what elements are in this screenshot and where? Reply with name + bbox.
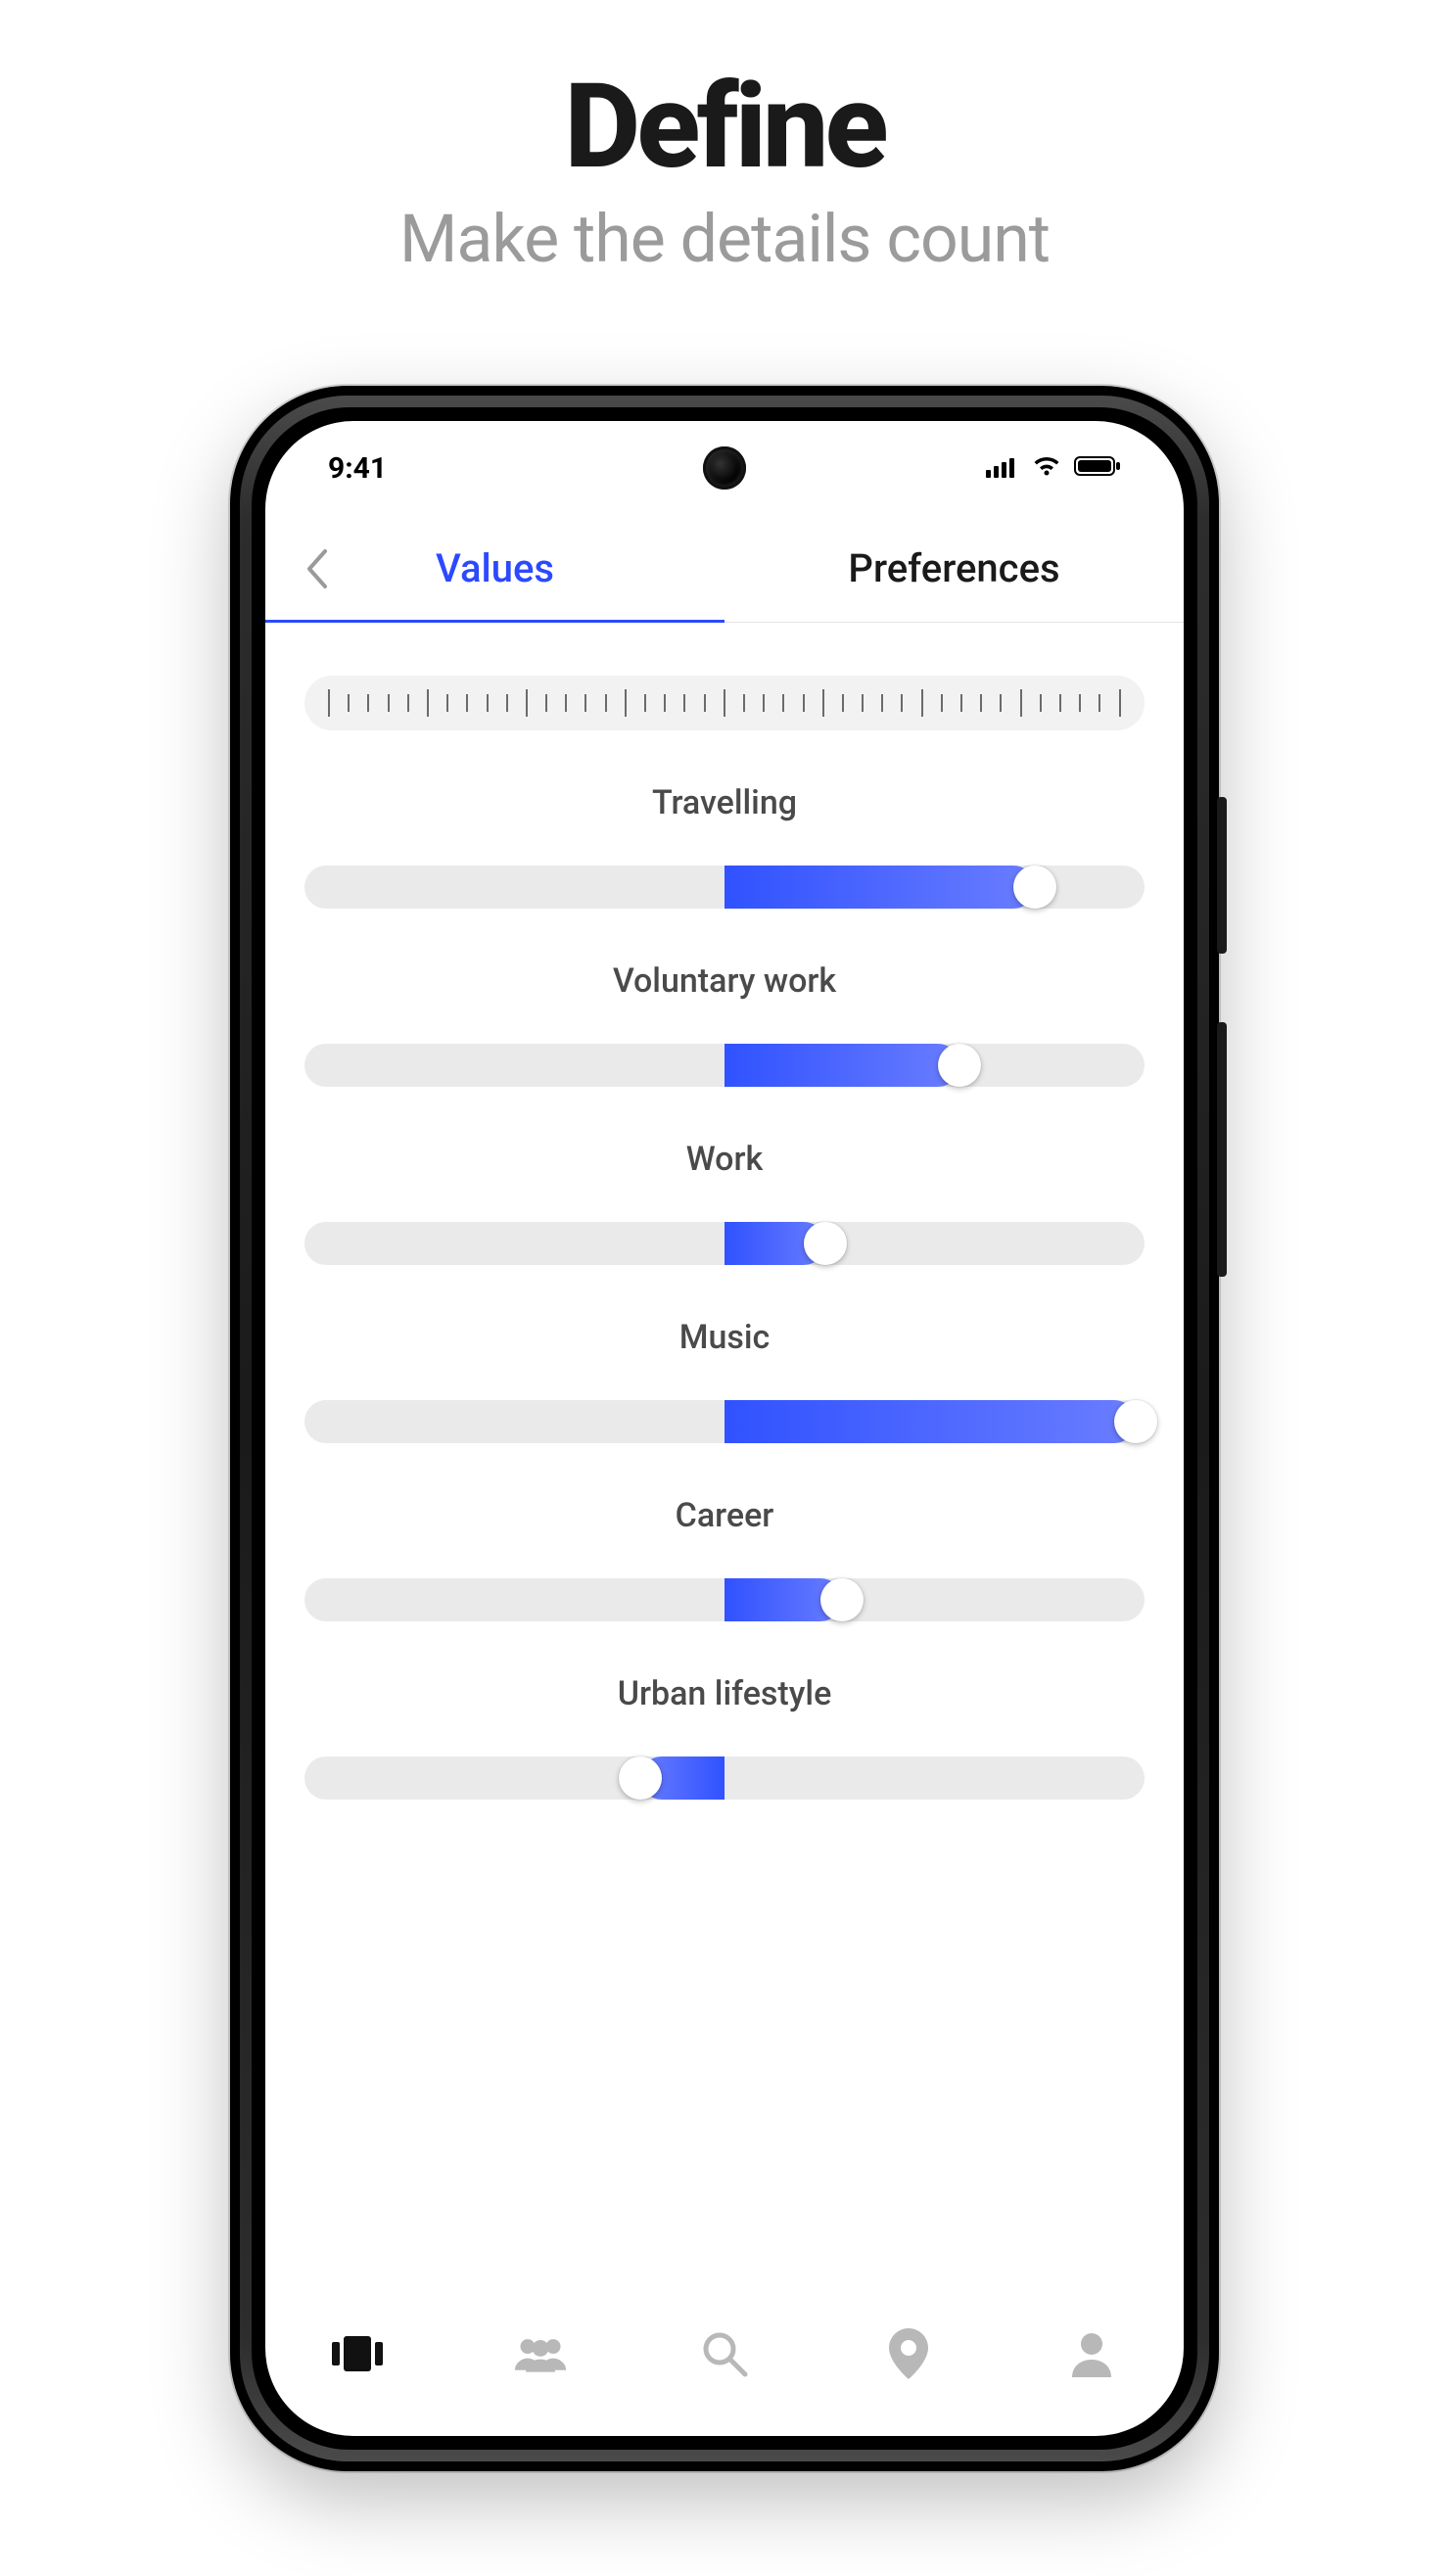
slider-label: Travelling xyxy=(304,783,1145,822)
location-icon xyxy=(881,2326,936,2381)
ruler xyxy=(304,676,1145,730)
tab-label: Preferences xyxy=(848,545,1059,591)
phone-side-button xyxy=(1217,1022,1227,1277)
statusbar: 9:41 xyxy=(265,421,1184,515)
nav-item[interactable] xyxy=(513,2326,568,2381)
slider[interactable] xyxy=(304,1044,1145,1087)
hero-subtitle: Make the details count xyxy=(0,200,1449,278)
nav-item[interactable] xyxy=(1064,2326,1119,2381)
slider-label: Career xyxy=(304,1496,1145,1535)
slider-thumb[interactable] xyxy=(619,1756,662,1800)
slider[interactable] xyxy=(304,1222,1145,1265)
slider[interactable] xyxy=(304,1578,1145,1621)
slider-thumb[interactable] xyxy=(1013,866,1056,909)
tab-preferences[interactable]: Preferences xyxy=(724,515,1184,622)
stack-icon xyxy=(330,2326,385,2381)
slider-thumb[interactable] xyxy=(1114,1400,1157,1443)
wifi-icon xyxy=(1031,451,1062,486)
hero-title: Define xyxy=(0,69,1449,186)
phone-side-button xyxy=(1217,797,1227,954)
search-icon xyxy=(697,2326,752,2381)
slider-label: Music xyxy=(304,1318,1145,1357)
people-icon xyxy=(513,2326,568,2381)
slider-label: Urban lifestyle xyxy=(304,1674,1145,1713)
cellular-icon xyxy=(986,451,1019,486)
tab-values[interactable]: Values xyxy=(265,515,724,622)
slider-label: Work xyxy=(304,1140,1145,1179)
slider[interactable] xyxy=(304,1400,1145,1443)
slider[interactable] xyxy=(304,1756,1145,1800)
nav-item[interactable] xyxy=(330,2326,385,2381)
nav-item[interactable] xyxy=(697,2326,752,2381)
slider-thumb[interactable] xyxy=(938,1044,981,1087)
slider[interactable] xyxy=(304,866,1145,909)
profile-icon xyxy=(1064,2326,1119,2381)
slider-label: Voluntary work xyxy=(304,961,1145,1001)
nav-item[interactable] xyxy=(881,2326,936,2381)
slider-thumb[interactable] xyxy=(804,1222,847,1265)
status-time: 9:41 xyxy=(328,451,387,486)
tab-label: Values xyxy=(436,545,554,591)
battery-icon xyxy=(1074,451,1121,486)
slider-thumb[interactable] xyxy=(820,1578,864,1621)
